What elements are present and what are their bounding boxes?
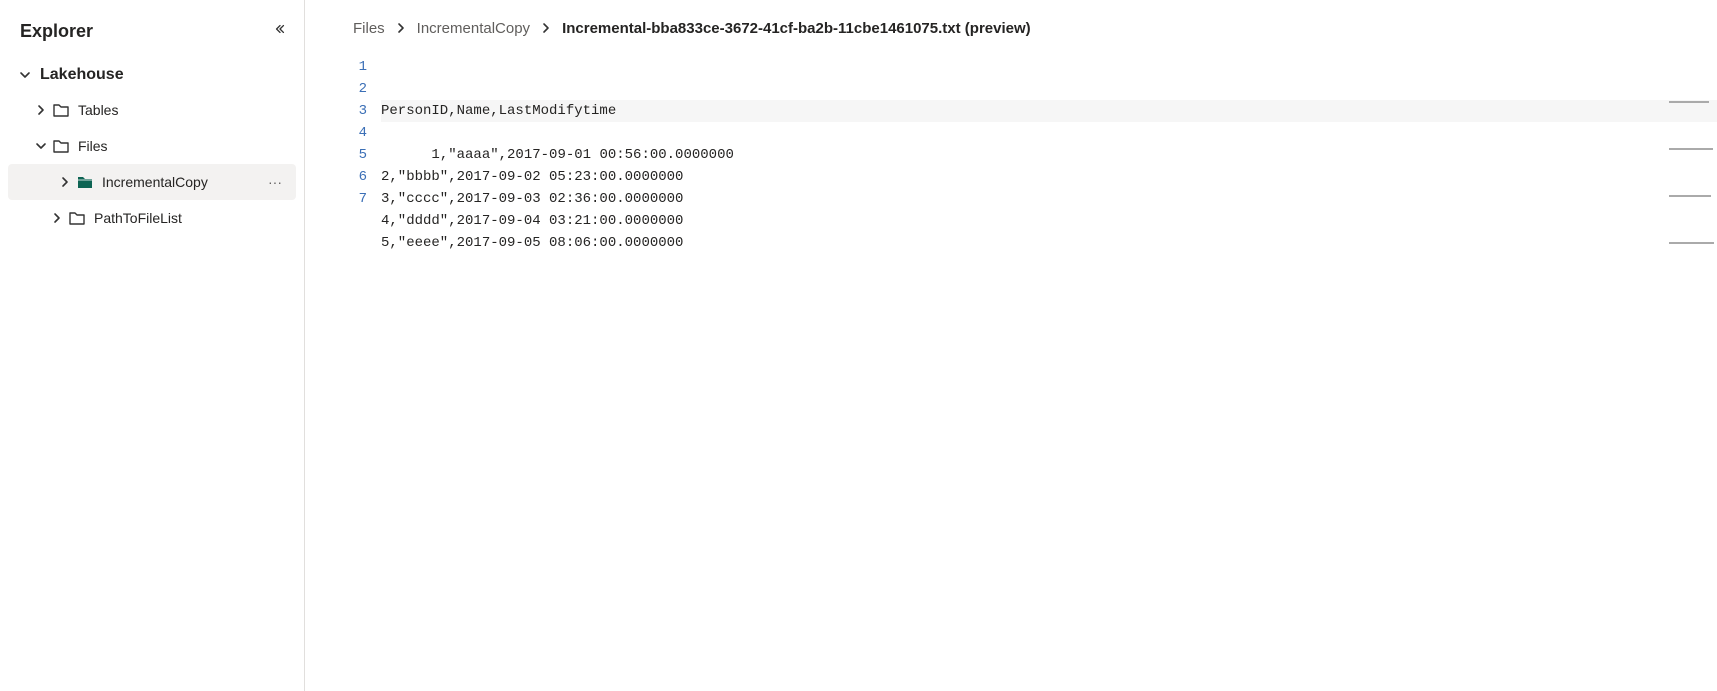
tree-item-incrementalcopy[interactable]: IncrementalCopy ··· bbox=[8, 164, 296, 200]
explorer-sidebar: Explorer Lakehouse Tables Fi bbox=[0, 0, 305, 691]
code-line: 1,"aaaa",2017-09-01 00:56:00.0000000 bbox=[431, 147, 733, 163]
code-line: 2,"bbbb",2017-09-02 05:23:00.0000000 bbox=[381, 169, 683, 185]
main-content: Files IncrementalCopy Incremental-bba833… bbox=[305, 0, 1717, 691]
chevron-right-icon bbox=[540, 21, 552, 37]
chevron-right-icon bbox=[34, 104, 48, 116]
line-number: 5 bbox=[341, 144, 381, 166]
breadcrumb-current-file: Incremental-bba833ce-3672-41cf-ba2b-11cb… bbox=[562, 20, 1031, 37]
minimap-icon[interactable] bbox=[1669, 57, 1717, 71]
tree-item-label: IncrementalCopy bbox=[102, 174, 262, 190]
line-number: 2 bbox=[341, 78, 381, 100]
folder-icon bbox=[52, 101, 70, 119]
tree-item-label: Files bbox=[78, 138, 296, 154]
breadcrumb: Files IncrementalCopy Incremental-bba833… bbox=[305, 18, 1717, 55]
code-line: 5,"eeee",2017-09-05 08:06:00.0000000 bbox=[381, 235, 683, 251]
chevron-right-icon bbox=[395, 21, 407, 37]
tree-item-label: PathToFileList bbox=[94, 210, 296, 226]
code-line: 3,"cccc",2017-09-03 02:36:00.0000000 bbox=[381, 191, 683, 207]
tree-item-pathtofilelist[interactable]: PathToFileList bbox=[0, 200, 304, 236]
folder-icon bbox=[52, 137, 70, 155]
code-line: 4,"dddd",2017-09-04 03:21:00.0000000 bbox=[381, 213, 683, 229]
chevron-double-left-icon bbox=[274, 23, 286, 35]
breadcrumb-files[interactable]: Files bbox=[353, 20, 385, 37]
explorer-tree: Tables Files IncrementalCopy ··· bbox=[0, 92, 304, 236]
folder-icon bbox=[68, 209, 86, 227]
section-label: Lakehouse bbox=[40, 66, 124, 84]
tree-item-tables[interactable]: Tables bbox=[0, 92, 304, 128]
line-number: 6 bbox=[341, 166, 381, 188]
tree-item-files[interactable]: Files bbox=[0, 128, 304, 164]
code-area[interactable]: PersonID,Name,LastModifytime 1,"aaaa",20… bbox=[381, 55, 1717, 691]
line-number: 4 bbox=[341, 122, 381, 144]
line-number: 7 bbox=[341, 188, 381, 210]
file-preview: 1 2 3 4 5 6 7 PersonID,Name,LastModifyti… bbox=[305, 55, 1717, 691]
chevron-right-icon bbox=[50, 212, 64, 224]
line-number-gutter: 1 2 3 4 5 6 7 bbox=[341, 55, 381, 691]
chevron-down-icon bbox=[34, 140, 48, 152]
explorer-title: Explorer bbox=[20, 21, 93, 42]
collapse-sidebar-button[interactable] bbox=[270, 18, 290, 44]
lakehouse-section-header[interactable]: Lakehouse bbox=[0, 58, 304, 92]
folder-filled-icon bbox=[76, 173, 94, 191]
tree-item-label: Tables bbox=[78, 102, 296, 118]
line-number: 3 bbox=[341, 100, 381, 122]
chevron-down-icon bbox=[18, 69, 32, 81]
chevron-right-icon bbox=[58, 176, 72, 188]
more-actions-button[interactable]: ··· bbox=[262, 172, 288, 192]
line-number: 1 bbox=[341, 56, 381, 78]
code-line: PersonID,Name,LastModifytime bbox=[381, 100, 1717, 122]
breadcrumb-incrementalcopy[interactable]: IncrementalCopy bbox=[417, 20, 530, 37]
